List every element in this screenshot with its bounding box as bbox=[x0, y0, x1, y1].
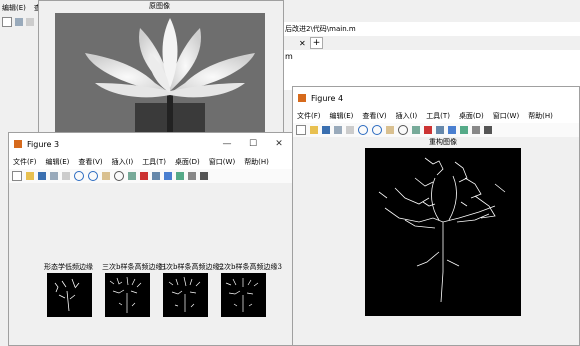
axes-title: 重构图像 bbox=[429, 138, 457, 146]
window-title: Figure 3 bbox=[27, 139, 60, 149]
menu-desktop[interactable]: 桌面(D) bbox=[175, 157, 200, 167]
data-cursor-icon[interactable] bbox=[128, 172, 136, 180]
save-icon[interactable] bbox=[38, 172, 46, 180]
menu-edit[interactable]: 编辑(E) bbox=[46, 157, 70, 167]
rotate-icon[interactable] bbox=[398, 125, 408, 135]
menu-insert[interactable]: 插入(I) bbox=[396, 111, 418, 121]
editor-tabs: ✕ + bbox=[283, 36, 580, 50]
menu-tools[interactable]: 工具(T) bbox=[426, 111, 450, 121]
menu-desktop[interactable]: 桌面(D) bbox=[459, 111, 484, 121]
menu-view[interactable]: 查看(V) bbox=[362, 111, 386, 121]
axes-title: 原图像 bbox=[149, 2, 170, 10]
bg-menubar: 编辑(E) 查 bbox=[0, 3, 41, 15]
figure-4-window: Figure 4 文件(F) 编辑(E) 查看(V) 插入(I) 工具(T) 桌… bbox=[292, 86, 580, 346]
new-figure-icon[interactable] bbox=[12, 171, 22, 181]
subplot-title-3: 三次b样条高频边缘2 bbox=[159, 263, 224, 271]
rotate-icon[interactable] bbox=[114, 171, 124, 181]
menu-help[interactable]: 帮助(H) bbox=[528, 111, 553, 121]
figure-4-toolbar bbox=[293, 123, 579, 138]
new-icon[interactable] bbox=[2, 17, 12, 27]
menu-window[interactable]: 窗口(W) bbox=[209, 157, 235, 167]
editor-tab-label[interactable]: m bbox=[285, 52, 293, 61]
menu-tools[interactable]: 工具(T) bbox=[142, 157, 166, 167]
colorbar-icon[interactable] bbox=[448, 126, 456, 134]
pointer-icon[interactable] bbox=[346, 126, 354, 134]
hide-tools-icon[interactable] bbox=[188, 172, 196, 180]
dock-icon[interactable] bbox=[484, 126, 492, 134]
reconstructed-image bbox=[365, 148, 521, 316]
link-icon[interactable] bbox=[152, 172, 160, 180]
figure-3-menubar: 文件(F) 编辑(E) 查看(V) 插入(I) 工具(T) 桌面(D) 窗口(W… bbox=[9, 155, 292, 169]
open-icon[interactable] bbox=[310, 126, 318, 134]
menu-view[interactable]: 查看(V) bbox=[78, 157, 102, 167]
figure-original: 原图像 bbox=[38, 0, 284, 140]
pan-icon[interactable] bbox=[386, 126, 394, 134]
matlab-figure-icon bbox=[298, 94, 306, 102]
figure-3-toolbar bbox=[9, 169, 292, 184]
brush-icon[interactable] bbox=[424, 126, 432, 134]
pan-icon[interactable] bbox=[102, 172, 110, 180]
figure-4-menubar: 文件(F) 编辑(E) 查看(V) 插入(I) 工具(T) 桌面(D) 窗口(W… bbox=[293, 109, 579, 123]
figure-3-canvas: 形态学低频边缘 三次b样条高频边缘1 三次b样条高频边缘2 三次b样条高频边缘3 bbox=[9, 183, 292, 345]
menu-help[interactable]: 帮助(H) bbox=[244, 157, 269, 167]
window-controls: — ☐ ✕ bbox=[214, 139, 292, 149]
subplot-image-2 bbox=[105, 273, 150, 317]
subplot-image-4 bbox=[221, 273, 266, 317]
close-button[interactable]: ✕ bbox=[266, 139, 292, 149]
bg-menu-item[interactable]: 编辑(E) bbox=[2, 3, 26, 15]
zoom-in-icon[interactable] bbox=[358, 125, 368, 135]
add-tab-button[interactable]: + bbox=[309, 37, 324, 49]
data-cursor-icon[interactable] bbox=[412, 126, 420, 134]
dock-icon[interactable] bbox=[200, 172, 208, 180]
subplot-title-1: 形态学低频边缘 bbox=[44, 263, 93, 271]
new-figure-icon[interactable] bbox=[296, 125, 306, 135]
print-icon[interactable] bbox=[15, 18, 23, 26]
open-icon[interactable] bbox=[26, 172, 34, 180]
link-icon[interactable] bbox=[436, 126, 444, 134]
legend-icon[interactable] bbox=[460, 126, 468, 134]
hide-tools-icon[interactable] bbox=[472, 126, 480, 134]
maximize-button[interactable]: ☐ bbox=[240, 139, 266, 149]
zoom-in-icon[interactable] bbox=[74, 171, 84, 181]
editor-area: m bbox=[283, 50, 580, 90]
print-icon[interactable] bbox=[334, 126, 342, 134]
save-icon[interactable] bbox=[322, 126, 330, 134]
window-title: Figure 4 bbox=[311, 93, 344, 103]
menu-file[interactable]: 文件(F) bbox=[13, 157, 37, 167]
menu-window[interactable]: 窗口(W) bbox=[493, 111, 519, 121]
pointer-icon[interactable] bbox=[26, 18, 34, 26]
colorbar-icon[interactable] bbox=[164, 172, 172, 180]
subplot-title-2: 三次b样条高频边缘1 bbox=[102, 263, 167, 271]
zoom-out-icon[interactable] bbox=[372, 125, 382, 135]
brush-icon[interactable] bbox=[140, 172, 148, 180]
subplot-title-4: 三次b样条高频边缘3 bbox=[217, 263, 282, 271]
subplot-image-3 bbox=[163, 273, 208, 317]
close-icon[interactable]: ✕ bbox=[299, 39, 306, 48]
figure-4-titlebar[interactable]: Figure 4 bbox=[293, 87, 579, 109]
figure-4-canvas: 重构图像 bbox=[293, 137, 579, 345]
zoom-out-icon[interactable] bbox=[88, 171, 98, 181]
original-image bbox=[55, 13, 265, 139]
matlab-figure-icon bbox=[14, 140, 22, 148]
subplot-image-1 bbox=[47, 273, 92, 317]
print-icon[interactable] bbox=[50, 172, 58, 180]
legend-icon[interactable] bbox=[176, 172, 184, 180]
bg-toolbar bbox=[0, 15, 42, 29]
figure-3-titlebar[interactable]: Figure 3 — ☐ ✕ bbox=[9, 133, 292, 155]
editor-path: 后改进2\代码\main.m bbox=[285, 25, 356, 33]
pointer-icon[interactable] bbox=[62, 172, 70, 180]
menu-insert[interactable]: 插入(I) bbox=[112, 157, 134, 167]
minimize-button[interactable]: — bbox=[214, 139, 240, 149]
editor-tabstrip: 后改进2\代码\main.m bbox=[283, 22, 580, 37]
menu-file[interactable]: 文件(F) bbox=[297, 111, 321, 121]
menu-edit[interactable]: 编辑(E) bbox=[330, 111, 354, 121]
figure-3-window: Figure 3 — ☐ ✕ 文件(F) 编辑(E) 查看(V) 插入(I) 工… bbox=[8, 132, 293, 346]
